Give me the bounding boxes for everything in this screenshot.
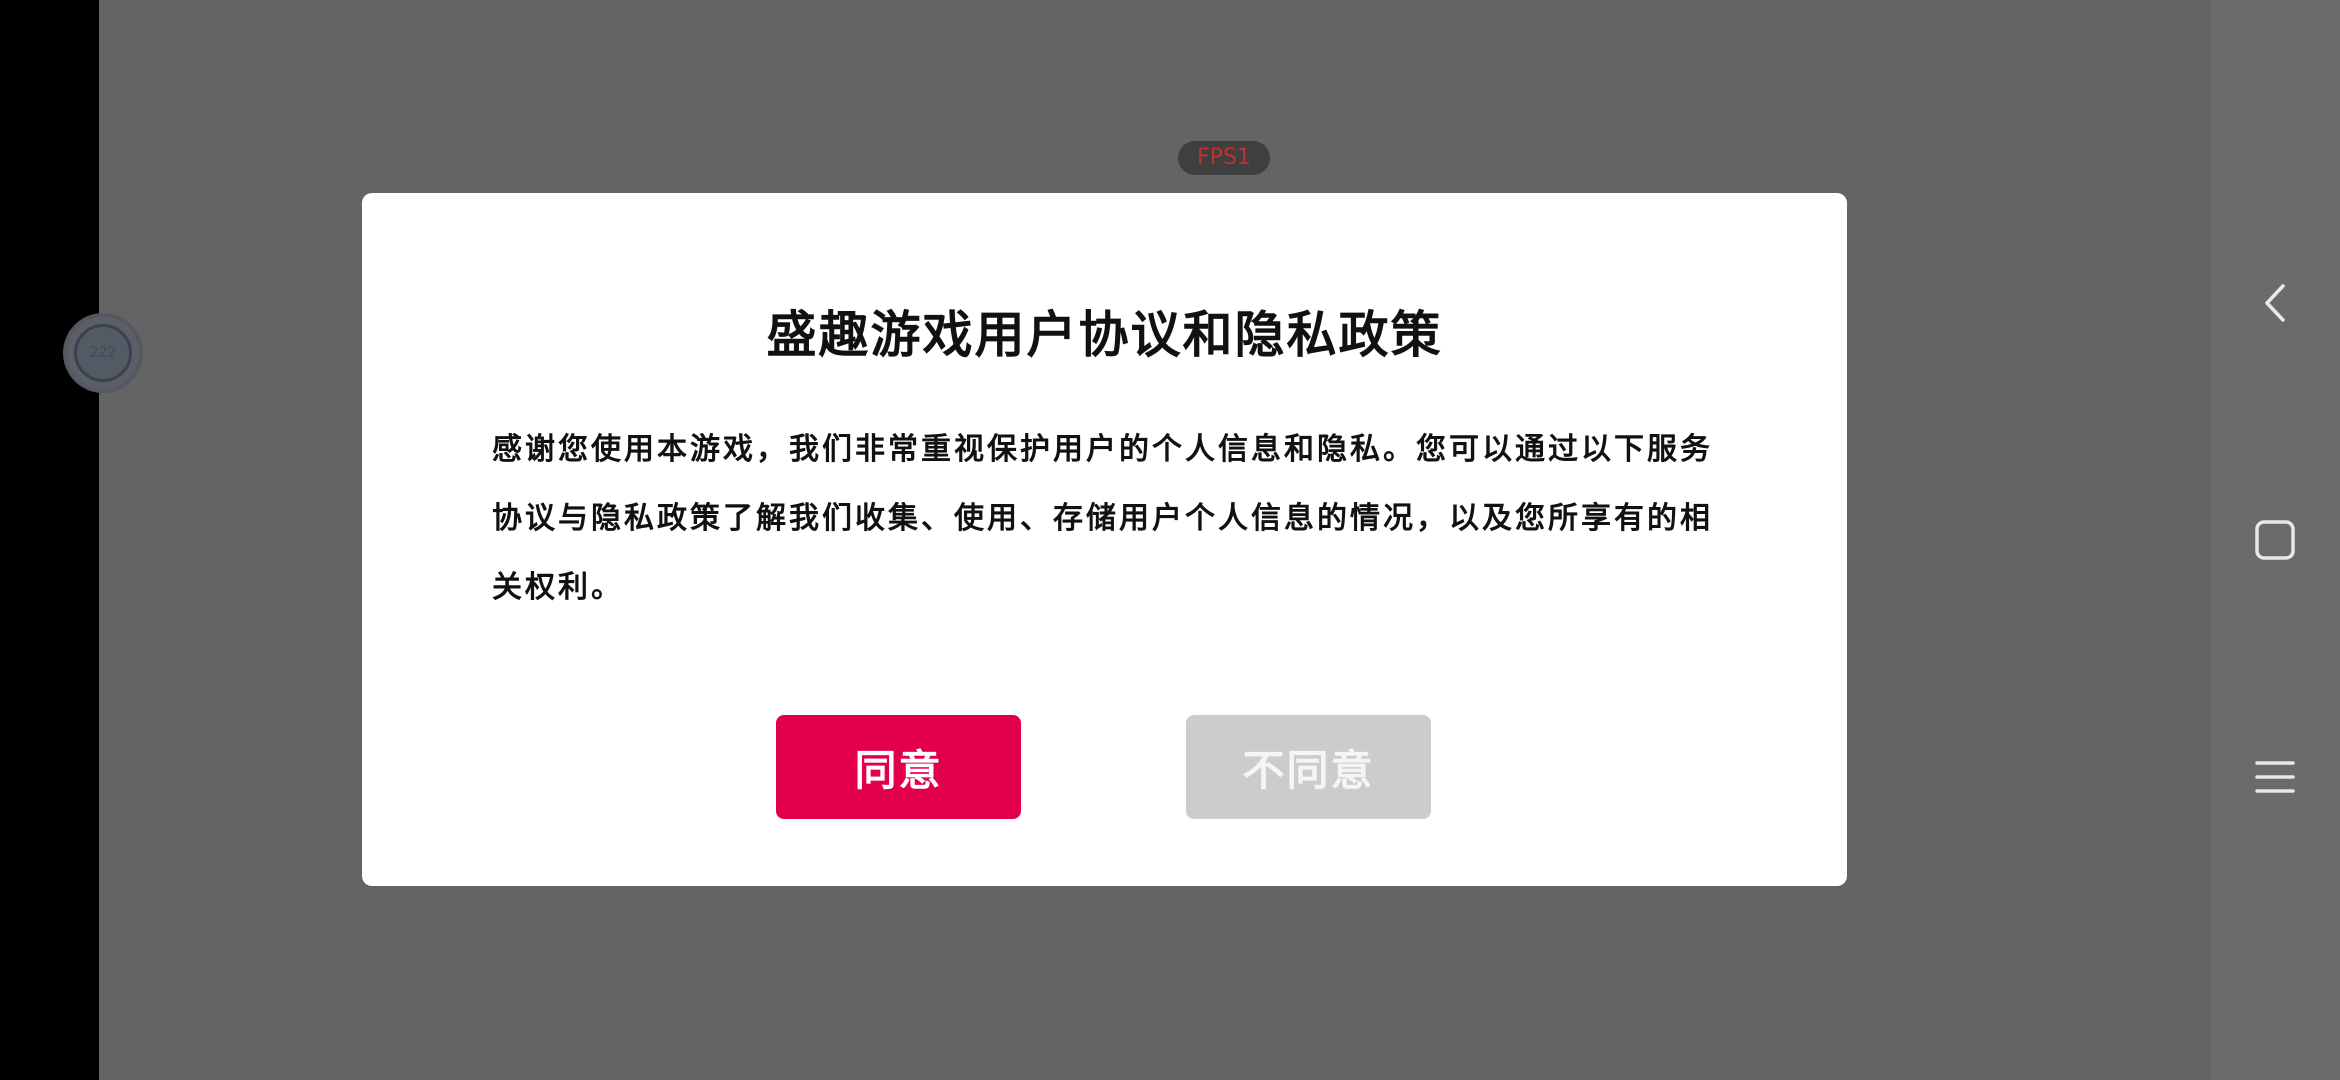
fps-indicator: FPS1 [1178, 141, 1270, 175]
nav-back-button[interactable] [2245, 273, 2305, 333]
back-icon [2265, 284, 2285, 322]
disagree-button[interactable]: 不同意 [1186, 715, 1431, 819]
floating-assistant-ball[interactable]: 222 [67, 317, 139, 389]
agree-button[interactable]: 同意 [776, 715, 1021, 819]
home-icon [2255, 520, 2295, 560]
floating-assistant-label: 222 [74, 324, 132, 382]
left-black-strip [0, 0, 99, 1080]
menu-icon [2255, 761, 2295, 793]
nav-home-button[interactable] [2245, 510, 2305, 570]
privacy-dialog: 盛趣游戏用户协议和隐私政策 感谢您使用本游戏，我们非常重视保护用户的个人信息和隐… [362, 193, 1847, 886]
dialog-body-text: 感谢您使用本游戏，我们非常重视保护用户的个人信息和隐私。您可以通过以下服务协议与… [492, 432, 1713, 605]
system-navigation-bar [2211, 0, 2340, 1080]
nav-menu-button[interactable] [2245, 747, 2305, 807]
dialog-title: 盛趣游戏用户协议和隐私政策 [766, 305, 1443, 364]
